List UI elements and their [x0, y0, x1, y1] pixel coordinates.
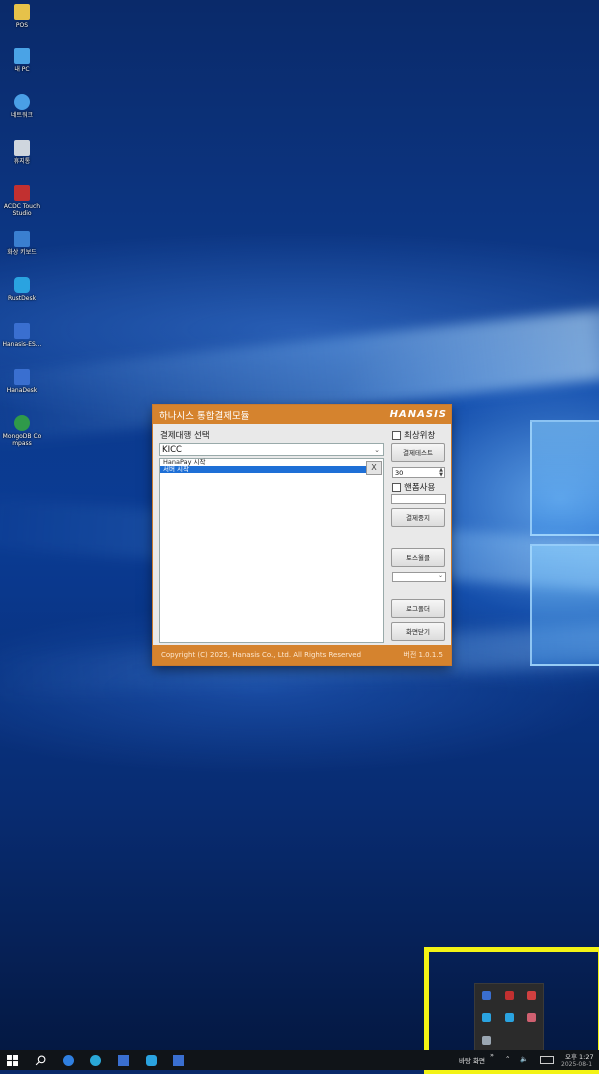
clock-time[interactable]: 오후 1:27	[565, 1051, 594, 1061]
hanasis-taskbar-icon[interactable]	[118, 1055, 129, 1066]
tray-overflow-flyout	[474, 983, 544, 1053]
volume-icon[interactable]: 🔈	[520, 1055, 528, 1063]
interval-stepper[interactable]: 30 ▲ ▼	[392, 467, 445, 478]
interval-value: 30	[395, 469, 404, 477]
log-folder-button[interactable]: 로그폴더	[391, 599, 445, 618]
desktop-icon-hanadesk[interactable]: HanaDesk	[2, 369, 42, 394]
acdc-tray-icon[interactable]	[505, 991, 514, 1000]
desktop-icon-mongodb[interactable]: MongoDB Compass	[2, 415, 42, 447]
payment-agent-value: KICC	[162, 445, 182, 455]
desktop-icon-acdc[interactable]: ACDC Touch Studio	[2, 185, 42, 217]
keyboard-icon	[14, 231, 30, 247]
topmost-label: 최상위창	[404, 431, 436, 441]
hanasis-tray-icon[interactable]	[482, 991, 491, 1000]
app-tray-icon[interactable]	[527, 991, 536, 1000]
desktop-icon-pos[interactable]: POS	[2, 4, 42, 29]
computer-icon	[14, 48, 30, 64]
window-titlebar[interactable]: 하나시스 통합결제모듈 HANASIS	[153, 405, 451, 424]
app-tray-icon[interactable]	[527, 1013, 536, 1022]
payment-stop-button[interactable]: 결제중지	[391, 508, 445, 527]
desktop-icon-hanasis[interactable]: Hanasis-ES...	[2, 323, 42, 348]
hanasis-icon	[14, 323, 30, 339]
payment-module-window: 하나시스 통합결제모듈 HANASIS 결제대행 선택 KICC ⌄ HanaP…	[153, 405, 451, 665]
clear-list-button[interactable]: X	[366, 461, 382, 475]
chevron-down-icon: ⌄	[437, 572, 443, 579]
copyright-text: Copyright (C) 2025, Hanasis Co., Ltd. Al…	[161, 651, 362, 659]
folder-icon	[14, 4, 30, 20]
clock-date[interactable]: 2025-08-1	[561, 1061, 592, 1068]
checkbox-box	[392, 482, 401, 492]
taskbar: 바탕 화면 » ⌃ 🔈 오후 1:27 2025-08-1	[0, 1050, 599, 1070]
display-tray-icon[interactable]	[482, 1036, 491, 1045]
checkbox-box	[392, 430, 401, 440]
payment-agent-label: 결제대행 선택	[160, 431, 210, 441]
mongodb-icon	[14, 415, 30, 431]
network-icon	[14, 94, 30, 110]
recycle-bin-icon	[14, 140, 30, 156]
desktop-icon-rustdesk[interactable]: RustDesk	[2, 277, 42, 302]
hanadesk-icon	[14, 369, 30, 385]
list-item[interactable]: 서버 시작	[160, 466, 369, 473]
text-input[interactable]	[391, 494, 446, 504]
wallpaper-window-pane	[530, 420, 599, 536]
desktop-icon-keyboard[interactable]: 화상 키보드	[2, 231, 42, 256]
desktop-icon-my-pc[interactable]: 내 PC	[2, 48, 42, 73]
option-dropdown[interactable]: ⌄	[392, 572, 446, 582]
stepper-arrows-icon[interactable]: ▲ ▼	[439, 468, 443, 478]
list-item[interactable]: HanaPay 시작	[160, 459, 383, 466]
version-text: 버전 1.0.1.5	[403, 651, 443, 659]
feature-checkbox[interactable]: 핸폼사용	[392, 481, 435, 493]
desktop-toolbar-label[interactable]: 바탕 화면	[459, 1055, 485, 1065]
log-list[interactable]: HanaPay 시작 서버 시작 X	[159, 458, 384, 643]
window-title: 하나시스 통합결제모듈	[159, 410, 250, 422]
rustdesk-tray-icon[interactable]	[482, 1013, 491, 1022]
windows-start-icon[interactable]	[7, 1055, 18, 1066]
window-footer: Copyright (C) 2025, Hanasis Co., Ltd. Al…	[153, 645, 451, 665]
topmost-checkbox[interactable]: 최상위창	[392, 429, 435, 441]
ie-icon[interactable]	[63, 1055, 74, 1066]
hanadesk-taskbar-icon[interactable]	[173, 1055, 184, 1066]
toss-button[interactable]: 토스월클	[391, 548, 445, 567]
hanasis-logo: HANASIS	[389, 409, 447, 420]
rustdesk-icon	[14, 277, 30, 293]
feature-label: 핸폼사용	[404, 483, 436, 493]
toolbar-more-icon[interactable]: »	[490, 1051, 494, 1059]
edge-icon[interactable]	[90, 1055, 101, 1066]
desktop-icon-recycle-bin[interactable]: 휴지통	[2, 140, 42, 165]
rustdesk-tray-icon[interactable]	[505, 1013, 514, 1022]
chevron-down-icon: ⌄	[374, 446, 380, 454]
acdc-icon	[14, 185, 30, 201]
close-screen-button[interactable]: 화면닫기	[391, 622, 445, 641]
keyboard-icon[interactable]	[540, 1056, 554, 1064]
rustdesk-taskbar-icon[interactable]	[146, 1055, 157, 1066]
search-icon[interactable]	[35, 1055, 46, 1066]
payment-test-button[interactable]: 결제테스트	[391, 443, 445, 462]
payment-agent-select[interactable]: KICC ⌄	[159, 443, 384, 456]
tray-chevron-up-icon[interactable]: ⌃	[505, 1055, 510, 1063]
desktop-icon-network[interactable]: 네트워크	[2, 94, 42, 119]
wallpaper-window-pane	[530, 544, 599, 666]
